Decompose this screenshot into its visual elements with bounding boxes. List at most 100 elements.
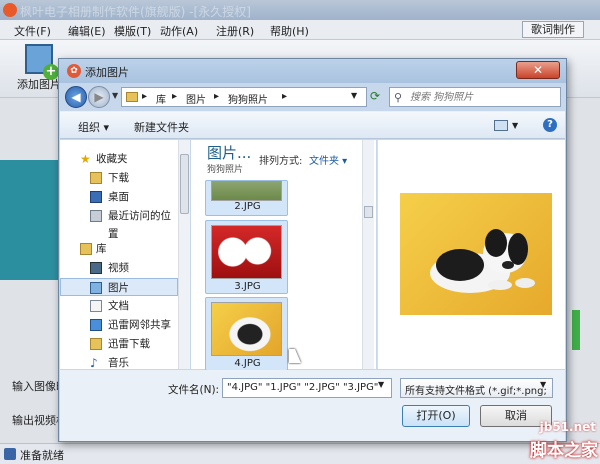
menu-edit[interactable]: 编辑(E) [68, 23, 106, 39]
filename-label: 文件名(N): [168, 384, 220, 396]
arrange-by-label: 排列方式: [259, 156, 303, 167]
breadcrumb-separator-icon: ▸ [142, 91, 148, 102]
command-bar: 组织 ▾ 新建文件夹 ▼ ? [60, 111, 565, 139]
navigation-pane: ★ 收藏夹 下载 桌面 最近访问的位置 库 视频 图片 文档 迅雷网邻共享 迅雷… [60, 140, 190, 370]
filename-field[interactable]: "4.JPG" "1.JPG" "2.JPG" "3.JPG" [222, 378, 392, 398]
scroll-thumb[interactable] [364, 206, 373, 218]
nav-item-thunder-download[interactable]: 迅雷下载 [60, 335, 178, 353]
search-icon: ⚲ [394, 91, 403, 104]
puppy-illustration [430, 229, 535, 293]
library-title: 图片... [207, 144, 252, 162]
nav-item-thunder-share[interactable]: 迅雷网邻共享 [60, 316, 178, 334]
file-list: 图片... 狗狗照片 排列方式: 文件夹 ▾ 2.JPG 3.JPG 4.JPG [191, 140, 376, 371]
arrange-by-dropdown[interactable]: 文件夹 ▾ [309, 152, 347, 167]
nav-item-recent[interactable]: 最近访问的位置 [60, 207, 178, 240]
recent-pages-dropdown-icon[interactable]: ▼ [112, 91, 118, 100]
preview-image [400, 193, 552, 315]
breadcrumb-separator-icon: ▸ [214, 91, 220, 102]
nav-item-desktop[interactable]: 桌面 [60, 188, 178, 206]
app-title-bar: 枫叶电子相册制作软件(旗舰版) -[永久授权] [0, 0, 600, 20]
app-title: 枫叶电子相册制作软件(旗舰版) -[永久授权] [20, 5, 251, 19]
organize-button[interactable]: 组织 ▾ [78, 119, 109, 135]
thumbnail-image [211, 181, 282, 201]
dialog-title-bar: ✿ 添加图片 ✕ [59, 59, 566, 83]
library-header: 图片... 狗狗照片 [207, 142, 252, 175]
nav-item-pictures[interactable]: 图片 [60, 278, 178, 296]
folder-icon [126, 92, 138, 102]
add-image-label: 添加图片 [17, 78, 61, 91]
address-dropdown-icon[interactable]: ▼ [351, 91, 357, 100]
preview-pane [377, 140, 565, 369]
new-folder-button[interactable]: 新建文件夹 [134, 119, 189, 135]
breadcrumb-dog-photos[interactable]: 狗狗照片 [228, 91, 268, 106]
app-logo-icon [3, 3, 17, 17]
dialog-title: 添加图片 [85, 66, 129, 79]
star-icon: ★ [80, 152, 91, 166]
music-library-icon: ♪ [90, 356, 98, 370]
view-dropdown-icon[interactable]: ▼ [512, 121, 518, 130]
watermark-text: 脚本之家 [530, 441, 598, 461]
file-list-scrollbar[interactable] [362, 140, 374, 369]
site-watermark: jb51.net 脚本之家 [498, 418, 600, 464]
search-input[interactable] [410, 90, 558, 104]
view-options-icon[interactable] [494, 120, 508, 131]
address-row: ◀ ▶ ▼ ▸ 库 ▸ 图片 ▸ 狗狗照片 ▸ ▼ ⟳ ⚲ [65, 85, 562, 109]
mouse-cursor-icon [289, 349, 301, 363]
nav-item-library[interactable]: 库 [60, 240, 178, 258]
dialog-footer: 文件名(N): "4.JPG" "1.JPG" "2.JPG" "3.JPG" … [60, 370, 565, 441]
dialog-app-icon: ✿ [67, 64, 81, 78]
add-image-icon [25, 44, 59, 80]
breadcrumb-pictures[interactable]: 图片 [186, 91, 206, 106]
menu-template[interactable]: 模版(T) [114, 23, 151, 39]
navigation-scrollbar[interactable] [178, 140, 190, 369]
recent-places-icon [90, 210, 102, 222]
nav-item-favorites[interactable]: ★ 收藏夹 [60, 150, 178, 168]
file-type-select[interactable]: 所有支持文件格式 (*.gif;*.png; [400, 378, 553, 398]
add-image-tool[interactable]: 添加图片 [14, 44, 64, 92]
preview-panel [0, 160, 58, 280]
menu-bar: 文件(F) 编辑(E) 模版(T) 动作(A) 注册(R) 帮助(H) 歌词制作 [0, 20, 600, 40]
library-subtitle: 狗狗照片 [207, 165, 244, 175]
share-icon [90, 319, 102, 331]
timeline-marker [572, 310, 580, 350]
nav-item-downloads[interactable]: 下载 [60, 169, 178, 187]
library-icon [80, 243, 92, 255]
menu-help[interactable]: 帮助(H) [270, 23, 309, 39]
forward-button[interactable]: ▶ [88, 86, 110, 108]
status-text: 准备就绪 [20, 449, 64, 462]
menu-action[interactable]: 动作(A) [160, 23, 198, 39]
open-button[interactable]: 打开(O) [402, 405, 470, 427]
address-bar[interactable]: ▸ 库 ▸ 图片 ▸ 狗狗照片 ▸ [121, 87, 367, 107]
back-button[interactable]: ◀ [65, 86, 87, 108]
file-thumbnail-2[interactable]: 2.JPG [205, 180, 288, 216]
download-folder-icon [90, 172, 102, 184]
scroll-thumb[interactable] [180, 154, 189, 214]
refresh-icon[interactable]: ⟳ [370, 89, 380, 103]
lyric-maker-button[interactable]: 歌词制作 [522, 21, 584, 38]
menu-file[interactable]: 文件(F) [14, 23, 51, 39]
breadcrumb-separator-icon: ▸ [172, 91, 178, 102]
search-box: ⚲ [389, 87, 561, 107]
file-name: 4.JPG [234, 358, 261, 369]
nav-item-videos[interactable]: 视频 [60, 259, 178, 277]
file-type-dropdown-icon[interactable]: ▼ [540, 380, 546, 389]
breadcrumb-library[interactable]: 库 [156, 91, 166, 106]
file-name: 2.JPG [234, 201, 261, 212]
filename-dropdown-icon[interactable]: ▼ [378, 380, 384, 389]
file-thumbnail-3[interactable]: 3.JPG [205, 220, 288, 294]
watermark-url: jb51.net [539, 420, 596, 434]
breadcrumb-separator-icon: ▸ [282, 91, 288, 102]
file-name: 3.JPG [234, 281, 261, 292]
help-icon[interactable]: ? [543, 118, 557, 132]
pictures-library-icon [90, 282, 102, 294]
thumbnail-image [211, 302, 282, 356]
folder-icon [90, 338, 102, 350]
status-icon [4, 448, 16, 460]
nav-item-documents[interactable]: 文档 [60, 297, 178, 315]
menu-register[interactable]: 注册(R) [216, 23, 254, 39]
file-thumbnail-4[interactable]: 4.JPG [205, 297, 288, 371]
close-button[interactable]: ✕ [516, 61, 560, 79]
thumbnail-image [211, 225, 282, 279]
documents-library-icon [90, 300, 102, 312]
desktop-icon [90, 191, 102, 203]
